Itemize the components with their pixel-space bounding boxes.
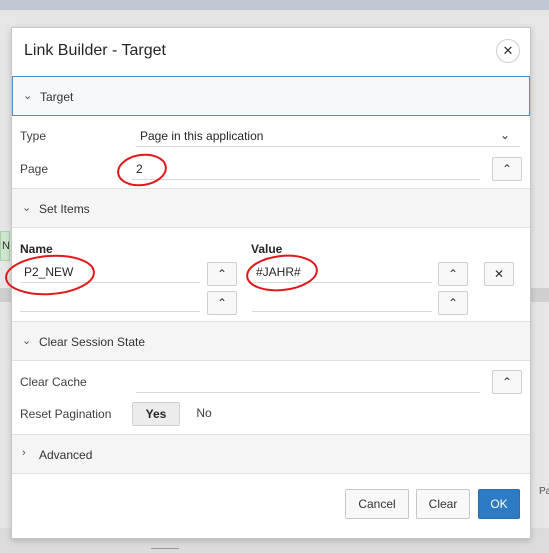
- annotation-circle-name: [5, 254, 95, 296]
- annotation-circle-page: [117, 153, 167, 187]
- annotation-overlay: [5, 153, 318, 296]
- annotation-circle-value: [246, 254, 318, 292]
